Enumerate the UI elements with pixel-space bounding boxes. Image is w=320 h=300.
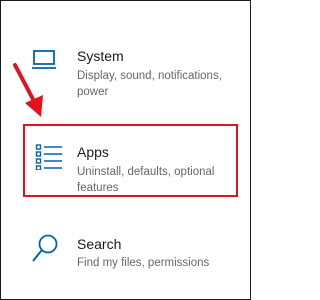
settings-item-description: Display, sound, notifications, power: [77, 70, 222, 98]
settings-item-search[interactable]: Search Find my files, permissions: [23, 225, 238, 275]
settings-panel: System Display, sound, notifications, po…: [0, 0, 251, 300]
settings-item-system[interactable]: System Display, sound, notifications, po…: [23, 39, 238, 101]
laptop-icon: [31, 49, 57, 76]
settings-item-description: Find my files, permissions: [77, 257, 210, 269]
apps-list-icon: [35, 142, 63, 175]
search-icon: [31, 233, 59, 268]
settings-item-title: Apps: [77, 144, 109, 160]
settings-item-title: System: [77, 48, 124, 64]
settings-item-apps[interactable]: Apps Uninstall, defaults, optional featu…: [23, 124, 238, 197]
settings-item-title: Search: [77, 236, 122, 252]
settings-item-description: Uninstall, defaults, optional features: [77, 166, 215, 194]
